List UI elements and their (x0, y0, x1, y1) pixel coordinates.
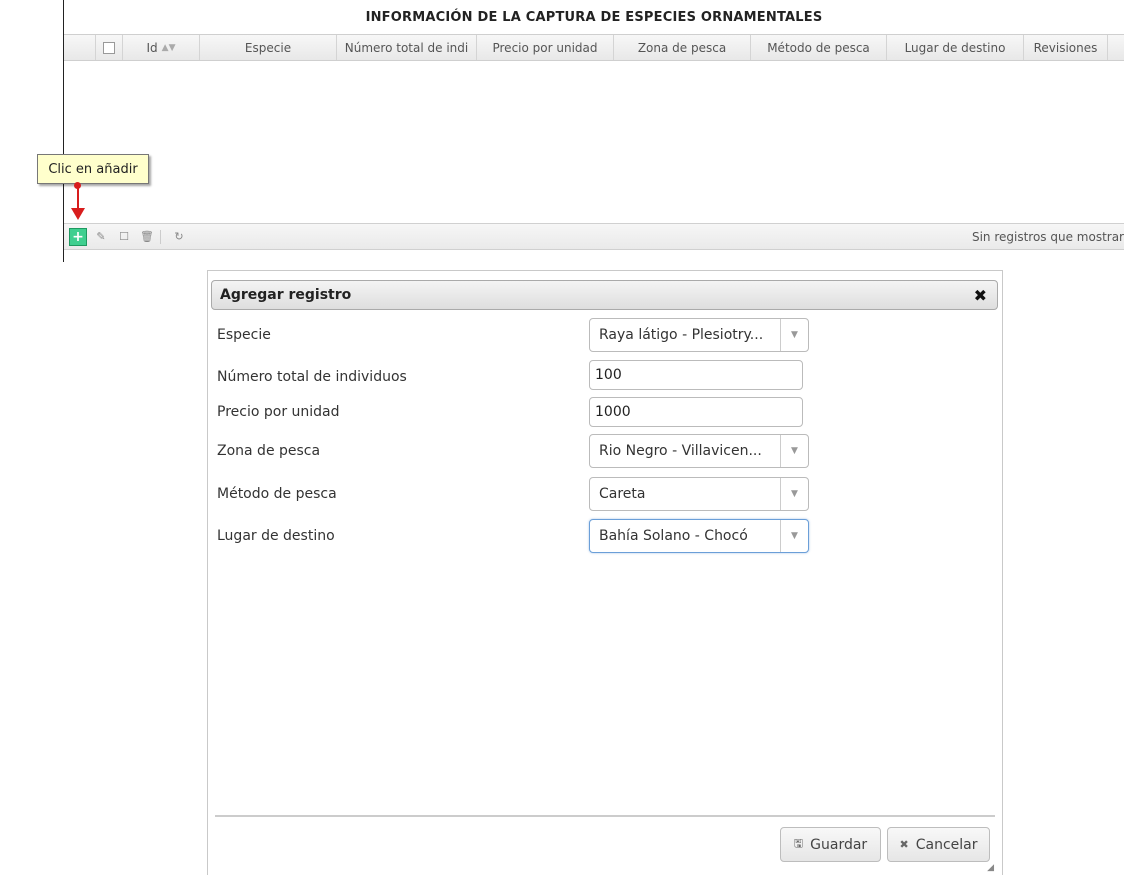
column-header-lugar[interactable]: Lugar de destino (887, 35, 1024, 60)
view-icon[interactable]: ☐ (115, 228, 133, 246)
zona-label: Zona de pesca (217, 443, 321, 459)
chevron-down-icon[interactable]: ▼ (780, 435, 808, 467)
column-header-id[interactable]: Id ▲▼ (123, 35, 200, 60)
grid-body (64, 61, 1124, 223)
column-header-revisiones[interactable]: Revisiones (1024, 35, 1108, 60)
sort-icon: ▲▼ (161, 42, 176, 53)
zona-select[interactable]: Rio Negro - Villavicen... ▼ (589, 434, 809, 468)
precio-label: Precio por unidad (217, 404, 340, 420)
pager-separator (160, 229, 161, 244)
grid-header: Id ▲▼ Especie Número total de indi Precio… (64, 34, 1124, 61)
save-button[interactable]: 🖫 Guardar (780, 827, 881, 862)
header-spacer (64, 35, 96, 60)
numero-input[interactable]: 100 (589, 360, 803, 390)
metodo-label: Método de pesca (217, 486, 337, 502)
column-header-numero[interactable]: Número total de indi (337, 35, 477, 60)
column-header-precio[interactable]: Precio por unidad (477, 35, 614, 60)
select-all-checkbox[interactable] (103, 41, 115, 54)
refresh-icon[interactable]: ↻ (170, 228, 188, 246)
close-icon[interactable]: ✖ (974, 286, 987, 305)
delete-icon[interactable]: 🗑 (138, 228, 156, 246)
grid-pager: + ✎ ☐ 🗑 ↻ Sin registros que mostrar (64, 223, 1124, 250)
dialog-titlebar[interactable]: Agregar registro ✖ (211, 280, 998, 310)
especie-label: Especie (217, 327, 271, 343)
cancel-icon: ✖ (899, 838, 909, 851)
precio-input[interactable]: 1000 (589, 397, 803, 427)
chevron-down-icon[interactable]: ▼ (780, 478, 808, 510)
lugar-label: Lugar de destino (217, 528, 335, 544)
numero-label: Número total de individuos (217, 369, 407, 385)
edit-icon[interactable]: ✎ (92, 228, 110, 246)
zona-value: Rio Negro - Villavicen... (599, 443, 762, 459)
header-filler (1108, 35, 1124, 60)
annotation-arrow-line (77, 188, 79, 210)
chevron-down-icon[interactable]: ▼ (780, 319, 808, 351)
especie-value: Raya látigo - Plesiotry... (599, 327, 764, 343)
lugar-select[interactable]: Bahía Solano - Chocó ▼ (589, 519, 809, 553)
column-header-metodo[interactable]: Método de pesca (751, 35, 887, 60)
add-record-dialog: Agregar registro ✖ Especie Raya látigo -… (207, 270, 1003, 875)
add-button[interactable]: + (69, 227, 87, 246)
lugar-value: Bahía Solano - Chocó (599, 528, 748, 544)
especie-select[interactable]: Raya látigo - Plesiotry... ▼ (589, 318, 809, 352)
cancel-button[interactable]: ✖ Cancelar (887, 827, 990, 862)
annotation-tooltip: Clic en añadir (37, 154, 149, 184)
save-icon: 🖫 (793, 837, 804, 850)
resize-grip-icon[interactable]: ◢ (987, 863, 994, 873)
annotation-arrow-head (71, 208, 85, 220)
chevron-down-icon[interactable]: ▼ (780, 520, 808, 552)
pager-info: Sin registros que mostrar (971, 229, 1124, 244)
save-label: Guardar (810, 836, 868, 853)
select-all-cell[interactable] (96, 35, 123, 60)
metodo-select[interactable]: Careta ▼ (589, 477, 809, 511)
dialog-title: Agregar registro (220, 287, 352, 303)
dialog-divider (215, 815, 995, 817)
cancel-label: Cancelar (915, 836, 978, 853)
column-header-especie[interactable]: Especie (200, 35, 337, 60)
grid-title: INFORMACIÓN DE LA CAPTURA DE ESPECIES OR… (365, 10, 823, 25)
column-header-zona[interactable]: Zona de pesca (614, 35, 751, 60)
metodo-value: Careta (599, 486, 646, 502)
